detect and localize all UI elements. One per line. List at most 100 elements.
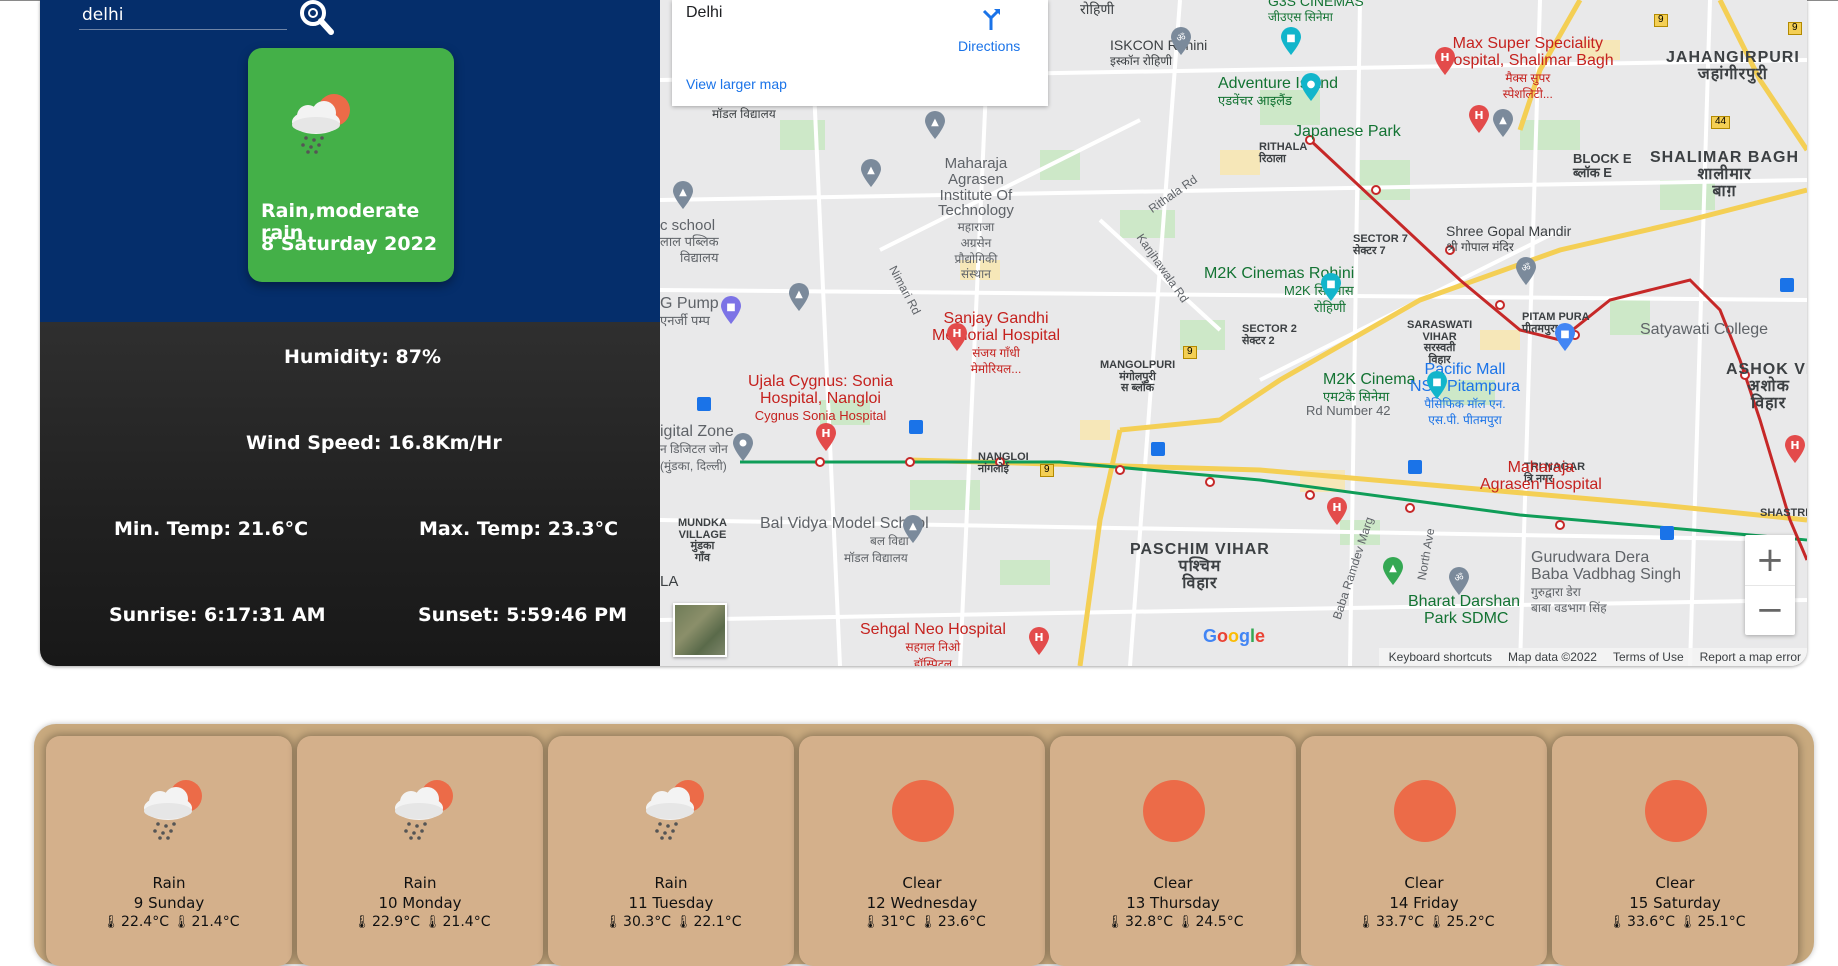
svg-text:■: ■ xyxy=(1432,377,1441,388)
park-pin-icon[interactable]: ▲ xyxy=(1382,556,1404,586)
search-header: Rain,moderate rain 8 Saturday 2022 xyxy=(40,0,660,322)
forecast-max-temp: 30.3°C xyxy=(623,914,671,930)
max-temp-stat: Max. Temp: 23.3°C xyxy=(419,518,619,540)
map-label-rithala: RITHALA रिठाला xyxy=(1259,141,1308,165)
rain-cloud-sun-icon xyxy=(646,780,704,840)
thermometer-icon: 🌡 xyxy=(675,915,692,930)
fuel-pin-icon[interactable]: ■ xyxy=(720,295,742,325)
forecast-card: Clear 12 Wednesday 🌡 31°C 🌡 23.6°C xyxy=(799,736,1045,966)
terms-link[interactable]: Terms of Use xyxy=(1613,650,1684,664)
satellite-view-toggle[interactable] xyxy=(673,603,727,657)
hospital-pin-icon[interactable]: H xyxy=(1434,46,1456,76)
place-info-card: Delhi Directions View larger map xyxy=(672,0,1048,106)
svg-text:H: H xyxy=(821,427,830,440)
forecast-description: Rain xyxy=(654,874,688,892)
map-label-m2k-cinema: M2K Cinema एम2के सिनेमा xyxy=(1323,371,1416,404)
hospital-pin-icon[interactable]: H xyxy=(1784,434,1806,464)
svg-text:●: ● xyxy=(1307,79,1316,90)
forecast-description: Clear xyxy=(1153,874,1193,892)
hospital-pin-icon[interactable]: H xyxy=(1468,104,1490,134)
school-pin-icon[interactable]: ▲ xyxy=(1492,108,1514,138)
temple-pin-icon[interactable]: ॐ xyxy=(1448,566,1470,596)
svg-text:■: ■ xyxy=(1286,33,1295,44)
cinema-pin-icon[interactable]: ■ xyxy=(1426,370,1448,400)
metro-station-icon xyxy=(1151,442,1165,456)
school-pin-icon[interactable]: ▲ xyxy=(924,110,946,140)
zoom-in-button[interactable]: + xyxy=(1745,535,1795,586)
search-button[interactable] xyxy=(297,0,341,36)
school-pin-icon[interactable]: ▲ xyxy=(860,158,882,188)
forecast-description: Clear xyxy=(902,874,942,892)
zoom-out-button[interactable]: − xyxy=(1745,585,1795,635)
report-error-link[interactable]: Report a map error xyxy=(1700,650,1801,664)
rain-cloud-sun-icon xyxy=(144,780,202,840)
svg-text:■: ■ xyxy=(1326,279,1335,290)
forecast-max-temp: 31°C xyxy=(880,914,916,930)
svg-text:ॐ: ॐ xyxy=(1521,262,1530,274)
map-label-rd-42: Rd Number 42 xyxy=(1306,403,1391,418)
svg-text:▲: ▲ xyxy=(1389,563,1397,574)
road-shield-9: 9 xyxy=(1183,346,1197,359)
forecast-date: 10 Monday xyxy=(378,894,462,912)
thermometer-icon: 🌡 xyxy=(862,915,879,930)
map-footer: Keyboard shortcuts Map data ©2022 Terms … xyxy=(1378,648,1807,666)
map-label-max-hospital: Max Super Speciality Hospital, Shalimar B… xyxy=(1442,35,1614,102)
svg-text:ॐ: ॐ xyxy=(1176,32,1185,44)
temple-pin-icon[interactable]: ॐ xyxy=(1515,256,1537,286)
view-larger-map-link[interactable]: View larger map xyxy=(686,76,787,92)
cinema-pin-icon[interactable]: ■ xyxy=(1280,26,1302,56)
current-condition-tile: Rain,moderate rain 8 Saturday 2022 xyxy=(248,48,454,282)
zoom-controls: + − xyxy=(1745,535,1795,635)
hospital-pin-icon[interactable]: H xyxy=(815,422,837,452)
sun-icon xyxy=(892,780,954,842)
forecast-description: Rain xyxy=(152,874,186,892)
hospital-pin-icon[interactable]: H xyxy=(1028,626,1050,656)
school-pin-icon[interactable]: ▲ xyxy=(902,514,924,544)
thermometer-icon: 🌡 xyxy=(1357,915,1375,930)
directions-icon[interactable] xyxy=(978,6,1004,32)
map-label-rohini: रोहिणी xyxy=(1080,1,1115,17)
search-icon xyxy=(300,0,334,35)
temple-pin-icon[interactable]: ॐ xyxy=(1170,26,1192,56)
forecast-temps: 🌡 22.9°C 🌡 21.4°C xyxy=(297,914,543,930)
metro-station-icon xyxy=(697,397,711,411)
directions-link[interactable]: Directions xyxy=(958,38,1020,54)
hospital-pin-icon[interactable]: H xyxy=(946,322,968,352)
svg-text:ॐ: ॐ xyxy=(1454,572,1463,584)
forecast-max-temp: 32.8°C xyxy=(1125,914,1173,930)
rain-cloud-sun-icon xyxy=(395,780,453,840)
city-search-input[interactable] xyxy=(79,0,287,30)
map-label-satyawati: Satyawati College xyxy=(1640,321,1769,338)
hospital-pin-icon[interactable]: H xyxy=(1326,496,1348,526)
map-label-jahangirpuri: JAHANGIRPURI जहांगीरपुरी xyxy=(1666,49,1800,83)
svg-text:▲: ▲ xyxy=(1499,115,1507,126)
map-data-label: Map data ©2022 xyxy=(1508,650,1597,664)
map-label-paschim-vihar: PASCHIM VIHAR पश्चिम विहार xyxy=(1130,541,1270,592)
keyboard-shortcuts-link[interactable]: Keyboard shortcuts xyxy=(1389,650,1492,664)
shopping-pin-icon[interactable]: ■ xyxy=(1554,322,1576,352)
forecast-card: Clear 15 Saturday 🌡 33.6°C 🌡 25.1°C xyxy=(1552,736,1798,966)
thermometer-icon: 🌡 xyxy=(604,915,622,930)
svg-text:▲: ▲ xyxy=(931,117,939,128)
forecast-min-temp: 21.4°C xyxy=(442,914,491,930)
location-pin-icon[interactable] xyxy=(732,432,754,462)
svg-text:■: ■ xyxy=(726,302,735,313)
map-label-nangloi: NANGLOI नांगलोई xyxy=(978,451,1029,475)
forecast-card: Rain 11 Tuesday 🌡 30.3°C 🌡 22.1°C xyxy=(548,736,794,966)
embedded-map[interactable]: Delhi Directions View larger map रोहिणी … xyxy=(660,0,1807,666)
cinema-pin-icon[interactable]: ■ xyxy=(1320,272,1342,302)
map-label-edge: LA xyxy=(660,573,679,590)
school-pin-icon[interactable]: ▲ xyxy=(788,282,810,312)
current-date: 8 Saturday 2022 xyxy=(261,233,438,255)
svg-text:H: H xyxy=(1034,631,1043,644)
forecast-min-temp: 22.1°C xyxy=(693,914,742,930)
map-label-mundka: MUNDKA VILLAGE मुंडका गाँव xyxy=(678,517,727,564)
forecast-card: Rain 9 Sunday 🌡 22.4°C 🌡 21.4°C xyxy=(46,736,292,966)
road-shield-44: 44 xyxy=(1711,116,1731,129)
map-label-sehgal-neo: Sehgal Neo Hospital सहगल निओ हॉस्पिटल xyxy=(860,621,1006,666)
thermometer-icon: 🌡 xyxy=(102,915,120,930)
forecast-min-temp: 24.5°C xyxy=(1195,914,1244,930)
park-pin-icon[interactable]: ● xyxy=(1300,72,1322,102)
school-pin-icon[interactable]: ▲ xyxy=(672,180,694,210)
sun-icon xyxy=(1394,780,1456,842)
